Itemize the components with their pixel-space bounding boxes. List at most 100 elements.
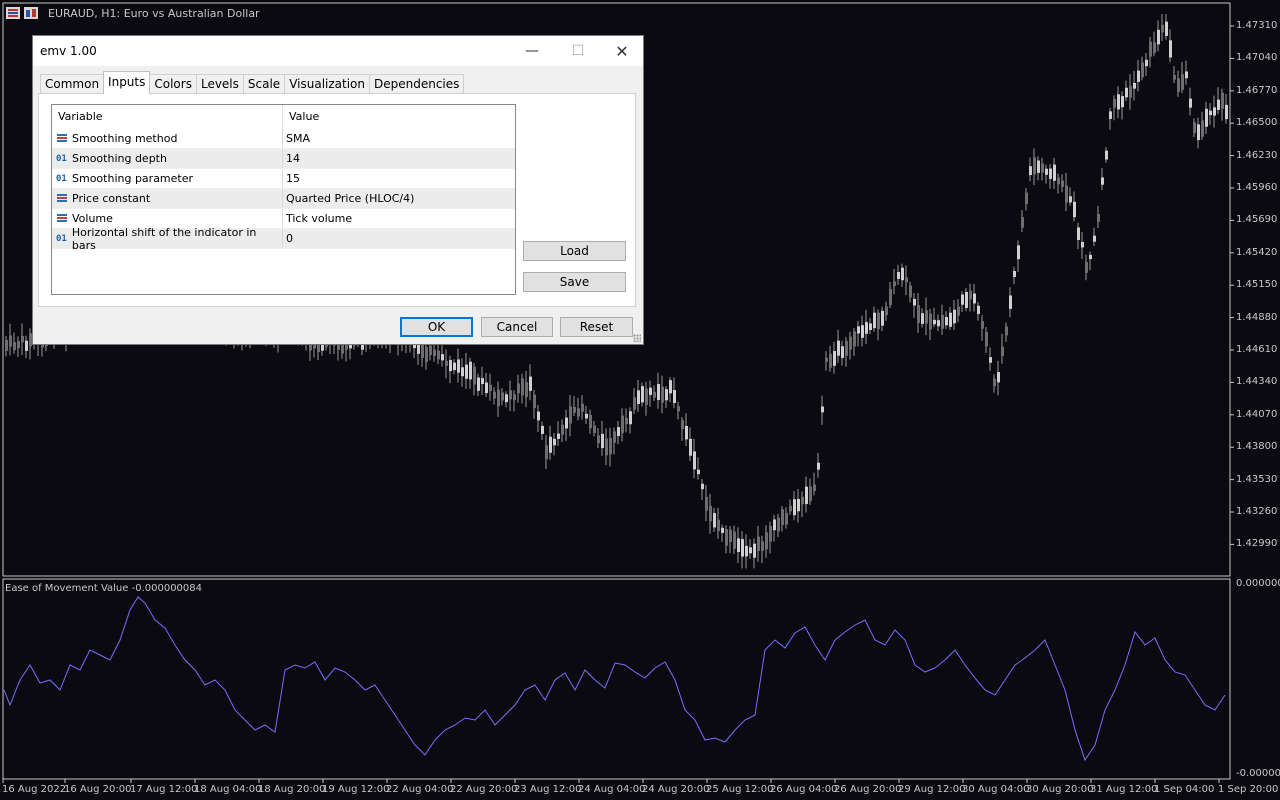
list-icon <box>57 194 67 203</box>
candle-body <box>1125 87 1128 98</box>
candle-body <box>1001 346 1004 356</box>
price-label: 1.46230 <box>1236 149 1278 161</box>
time-label: 31 Aug 12:00 <box>1090 784 1158 795</box>
variable-value[interactable]: Tick volume <box>283 209 515 228</box>
candle-body <box>1097 213 1100 222</box>
candle-body <box>781 509 784 526</box>
candle-body <box>461 367 464 377</box>
candle-body <box>877 312 880 330</box>
time-label: 17 Aug 12:00 <box>130 784 198 795</box>
candle-body <box>993 378 996 387</box>
candle-body <box>765 532 768 550</box>
time-label: 24 Aug 20:00 <box>642 784 710 795</box>
tab-colors[interactable]: Colors <box>149 74 197 94</box>
candle-body <box>1021 217 1024 228</box>
time-label: 1 Sep 04:00 <box>1154 784 1215 795</box>
candle-body <box>573 407 576 413</box>
cancel-button[interactable]: Cancel <box>481 317 553 337</box>
time-label: 1 Sep 20:00 <box>1218 784 1279 795</box>
ok-button[interactable]: OK <box>400 317 473 337</box>
candle-body <box>561 424 564 435</box>
candle-body <box>685 425 688 440</box>
candle-body <box>793 499 796 516</box>
candle-body <box>1009 295 1012 309</box>
tab-visualization[interactable]: Visualization <box>284 74 370 94</box>
candle-body <box>701 483 704 490</box>
candle-body <box>741 539 744 557</box>
table-row[interactable]: 01 Smoothing depth 14 <box>52 149 515 169</box>
candle-body <box>1221 92 1224 109</box>
tab-dependencies[interactable]: Dependencies <box>369 74 465 94</box>
header-value[interactable]: Value <box>283 105 515 129</box>
table-row[interactable]: Price constant Quarted Price (HLOC/4) <box>52 189 515 209</box>
price-label: 1.46770 <box>1236 84 1278 96</box>
variable-value[interactable]: SMA <box>283 129 515 148</box>
candle-body <box>657 383 660 401</box>
table-row[interactable]: 01 Smoothing parameter 15 <box>52 169 515 189</box>
save-button[interactable]: Save <box>523 272 626 292</box>
variable-name: Horizontal shift of the indicator in bar… <box>71 225 257 252</box>
candle-body <box>677 406 680 412</box>
reset-button[interactable]: Reset <box>560 317 633 337</box>
candle-body <box>825 357 828 362</box>
table-row[interactable]: 01 Horizontal shift of the indicator in b… <box>52 225 515 252</box>
variable-value[interactable]: Quarted Price (HLOC/4) <box>283 189 515 208</box>
candle-body <box>597 435 600 444</box>
candle-body <box>1053 164 1056 181</box>
candle-body <box>1149 41 1152 57</box>
tab-scale[interactable]: Scale <box>242 74 286 94</box>
load-button[interactable]: Load <box>523 241 626 261</box>
candle-body <box>637 390 640 405</box>
candle-body <box>1177 78 1180 92</box>
candle-body <box>1045 168 1048 175</box>
candle-body <box>693 451 696 470</box>
candle-body <box>1057 177 1060 185</box>
candle-body <box>897 272 900 279</box>
candle-body <box>705 496 708 511</box>
tab-levels[interactable]: Levels <box>195 74 244 94</box>
candle-body <box>913 298 916 306</box>
candle-body <box>817 462 820 470</box>
candle-body <box>945 317 948 326</box>
candle-body <box>1101 177 1104 185</box>
candle-body <box>861 325 864 338</box>
candle-body <box>873 312 876 329</box>
candle-body <box>485 382 488 394</box>
candle-body <box>921 313 924 324</box>
table-row[interactable]: Smoothing method SMA <box>52 129 515 149</box>
time-label: 18 Aug 04:00 <box>194 784 262 795</box>
candle-body <box>949 312 952 327</box>
candle-body <box>961 294 964 305</box>
tab-inputs[interactable]: Inputs <box>103 71 151 94</box>
minimize-icon[interactable]: — <box>509 36 555 66</box>
chart-menu-icon[interactable] <box>6 7 20 19</box>
candle-body <box>1013 270 1016 277</box>
candle-body <box>813 484 816 492</box>
candle-body <box>429 345 432 355</box>
variable-value[interactable]: 15 <box>283 169 515 188</box>
candle-body <box>905 277 908 283</box>
variable-value[interactable]: 14 <box>283 149 515 168</box>
candle-body <box>1121 96 1124 108</box>
candle-body <box>933 319 936 325</box>
candle-body <box>1169 40 1172 58</box>
candle-body <box>9 335 12 347</box>
chart-type-icon[interactable] <box>24 7 38 19</box>
close-icon[interactable]: ✕ <box>599 36 645 66</box>
time-label: 16 Aug 2022 <box>2 784 67 795</box>
candle-body <box>1193 122 1196 134</box>
candle-body <box>13 342 16 351</box>
price-label: 1.46500 <box>1236 117 1278 129</box>
resize-grip-icon[interactable] <box>633 334 641 342</box>
candle-body <box>1041 163 1044 173</box>
header-variable[interactable]: Variable <box>52 105 283 129</box>
grid-header: Variable Value <box>52 105 515 129</box>
list-icon <box>57 134 67 143</box>
tab-common[interactable]: Common <box>40 74 105 94</box>
candle-body <box>21 335 24 343</box>
time-label: 18 Aug 20:00 <box>258 784 326 795</box>
dialog-titlebar[interactable]: emv 1.00 — ☐ ✕ <box>33 36 643 66</box>
variable-value[interactable]: 0 <box>283 229 515 248</box>
time-label: 30 Aug 20:00 <box>1026 784 1094 795</box>
candle-body <box>661 386 664 403</box>
